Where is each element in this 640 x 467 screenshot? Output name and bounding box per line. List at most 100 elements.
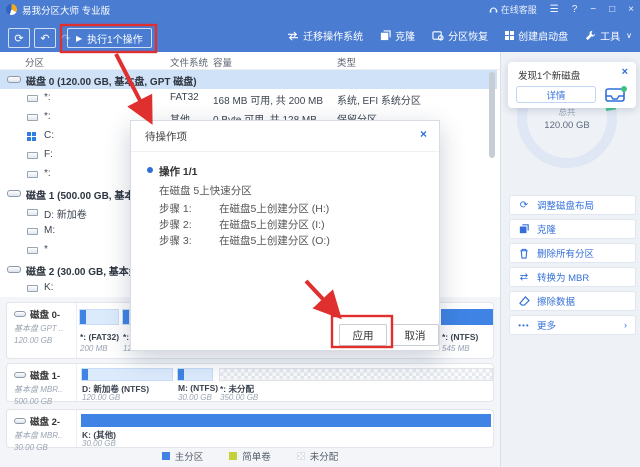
dialog-close-icon[interactable]: × (420, 127, 427, 141)
step-text: 在磁盘5上创建分区 (O:) (219, 235, 330, 247)
help-icon[interactable]: ? (572, 4, 578, 15)
operation-counter: 操作 1/1 (159, 166, 198, 178)
partition-size: 30.00 GB (178, 393, 212, 402)
partition-icon (27, 114, 38, 121)
partition-label: *: (NTFS) (442, 332, 479, 342)
partition-manager-window: 易我分区大师 专业版 在线客服 ☰ ? − □ × ⟳ ↶ ↷ ▶ 执行1个操作 (0, 0, 640, 467)
used-space-bar (80, 310, 86, 324)
undo-button[interactable]: ↶ (34, 28, 56, 48)
disk0-info: 磁盘 0- 基本盘 GPT .. 120.00 GB (7, 303, 77, 358)
app-logo-icon (6, 4, 17, 15)
table-row-disk0[interactable]: 磁盘 0 (120.00 GB, 基本盘, GPT 磁盘) (0, 70, 497, 89)
table-scrollbar[interactable] (489, 72, 495, 158)
partition-name: F: (44, 149, 53, 160)
execute-operation-button[interactable]: ▶ 执行1个操作 (67, 28, 152, 48)
disk1-partition-m[interactable]: M: (NTFS) 30.00 GB (177, 368, 218, 402)
minimize-button[interactable]: − (590, 4, 596, 15)
disk0-partition-ntfs[interactable]: *: (NTFS) 545 MB (441, 309, 493, 357)
dialog-divider (131, 151, 439, 152)
more-dots-icon: ••• (518, 320, 530, 330)
disk1-name: 磁盘 1- (30, 371, 61, 382)
col-type: 类型 (337, 58, 357, 69)
convert-icon: ⇄ (519, 271, 529, 283)
operation-step: 步骤 1: 在磁盘5上创建分区 (H:) (159, 201, 329, 216)
clone-icon (381, 30, 391, 41)
partition-name: C: (44, 130, 54, 141)
new-disk-popup-title: 发现1个新磁盘 (518, 71, 581, 82)
used-space-bar (82, 369, 88, 380)
apply-button[interactable]: 应用 (339, 324, 387, 346)
details-button[interactable]: 详情 (516, 86, 596, 103)
partition-recovery-button[interactable]: 分区恢复 (432, 28, 488, 43)
adjust-disk-layout-button[interactable]: ⟳ 调整磁盘布局 (509, 195, 636, 215)
donut-value: 120.00 GB (544, 119, 590, 131)
create-boot-disk-label: 创建启动盘 (518, 32, 569, 43)
used-space-bar (178, 369, 184, 380)
col-capacity: 容量 (213, 58, 233, 69)
disk2-name: 磁盘 2- (30, 417, 61, 428)
legend-unallocated-swatch (296, 452, 305, 460)
refresh-button[interactable]: ⟳ (8, 28, 30, 48)
partition-capacity: 168 MB 可用, 共 200 MB (213, 96, 324, 107)
menu-icon[interactable]: ☰ (550, 4, 559, 15)
disk1-info: 磁盘 1- 基本盘 MBR.. 500.00 GB (7, 364, 77, 406)
step-label: 步骤 2: (159, 219, 192, 231)
partition-label: *: (123, 332, 130, 342)
close-button[interactable]: × (628, 4, 634, 15)
operation-description: 在磁盘 5上快速分区 (159, 185, 252, 197)
clone-button[interactable]: 克隆 (380, 28, 415, 43)
partition-icon (27, 95, 38, 102)
cancel-button[interactable]: 取消 (391, 324, 439, 346)
delete-all-partitions-button[interactable]: 删除所有分区 (509, 243, 636, 263)
disk1-partition-unallocated[interactable]: *: 未分配 350.00 GB (219, 368, 495, 402)
partition-icon (27, 285, 38, 292)
partition-name: *: (44, 111, 51, 122)
wipe-data-button[interactable]: 擦除数据 (509, 291, 636, 311)
partition-fs: FAT32 (170, 92, 199, 103)
convert-to-mbr-button[interactable]: ⇄ 转换为 MBR (509, 267, 636, 287)
partition-name: M: (44, 225, 56, 236)
partition-size: 120.00 GB (82, 393, 121, 402)
table-header: 分区 文件系统 容量 类型 (0, 52, 500, 70)
maximize-button[interactable]: □ (609, 4, 615, 15)
partition-name: *: (44, 168, 51, 179)
disk1-card[interactable]: 磁盘 1- 基本盘 MBR.. 500.00 GB D: 新加卷 (NTFS) … (6, 363, 495, 406)
new-disk-icon (604, 84, 628, 109)
partition-label: M: (NTFS) (178, 383, 219, 393)
chevron-right-icon: › (624, 320, 627, 330)
tools-button[interactable]: 工具 ∨ (585, 28, 632, 43)
step-text: 在磁盘5上创建分区 (H:) (219, 203, 330, 215)
partition-size: 200 MB (80, 344, 108, 353)
clone-disk-button[interactable]: 克隆 (509, 219, 636, 239)
disk2-partition-k[interactable]: K: (其他) 30.00 GB (81, 414, 491, 448)
windows-icon (27, 132, 36, 141)
create-boot-disk-button[interactable]: 创建启动盘 (505, 28, 568, 43)
disk-icon (7, 266, 21, 273)
col-filesystem: 文件系统 (170, 58, 209, 69)
tools-label: 工具 (600, 32, 621, 43)
disk0-partition-efi[interactable]: *: (FAT32) 200 MB (79, 309, 119, 357)
online-service-button[interactable]: 在线客服 (489, 3, 537, 16)
convert-to-mbr-label: 转换为 MBR (537, 273, 590, 284)
disk2-info: 磁盘 2- 基本盘 MBR.. 30.00 GB (7, 410, 77, 452)
clone-icon (518, 224, 530, 234)
online-service-label: 在线客服 (500, 5, 537, 15)
recovery-icon (432, 31, 444, 41)
disk0-size: 120.00 GB (14, 336, 53, 345)
disk-label: 磁盘 0 (120.00 GB, 基本盘, GPT 磁盘) (26, 77, 197, 88)
disk2-card[interactable]: 磁盘 2- 基本盘 MBR.. 30.00 GB K: (其他) 30.00 G… (6, 409, 494, 452)
dialog-title: 待操作项 (145, 131, 187, 143)
migrate-os-button[interactable]: 迁移操作系统 (287, 28, 363, 43)
right-panel: 总共 120.00 GB 发现1个新磁盘 × 详情 ⟳ 调整磁盘布局 克隆 删除… (500, 52, 640, 467)
adjust-disk-layout-label: 调整磁盘布局 (537, 201, 595, 212)
disk1-partition-d[interactable]: D: 新加卷 (NTFS) 120.00 GB (81, 368, 173, 402)
disk2-kind: 基本盘 MBR.. (14, 431, 63, 440)
table-row[interactable]: *: FAT32 168 MB 可用, 共 200 MB 系统, EFI 系统分… (0, 89, 497, 108)
partition-name: * (44, 244, 48, 255)
more-button[interactable]: ••• 更多 › (509, 315, 636, 335)
popup-close-icon[interactable]: × (622, 66, 628, 78)
apply-label: 应用 (352, 329, 374, 342)
disk-icon (7, 76, 21, 83)
used-space-bar (123, 310, 129, 324)
legend-simple-label: 简单卷 (242, 452, 271, 463)
